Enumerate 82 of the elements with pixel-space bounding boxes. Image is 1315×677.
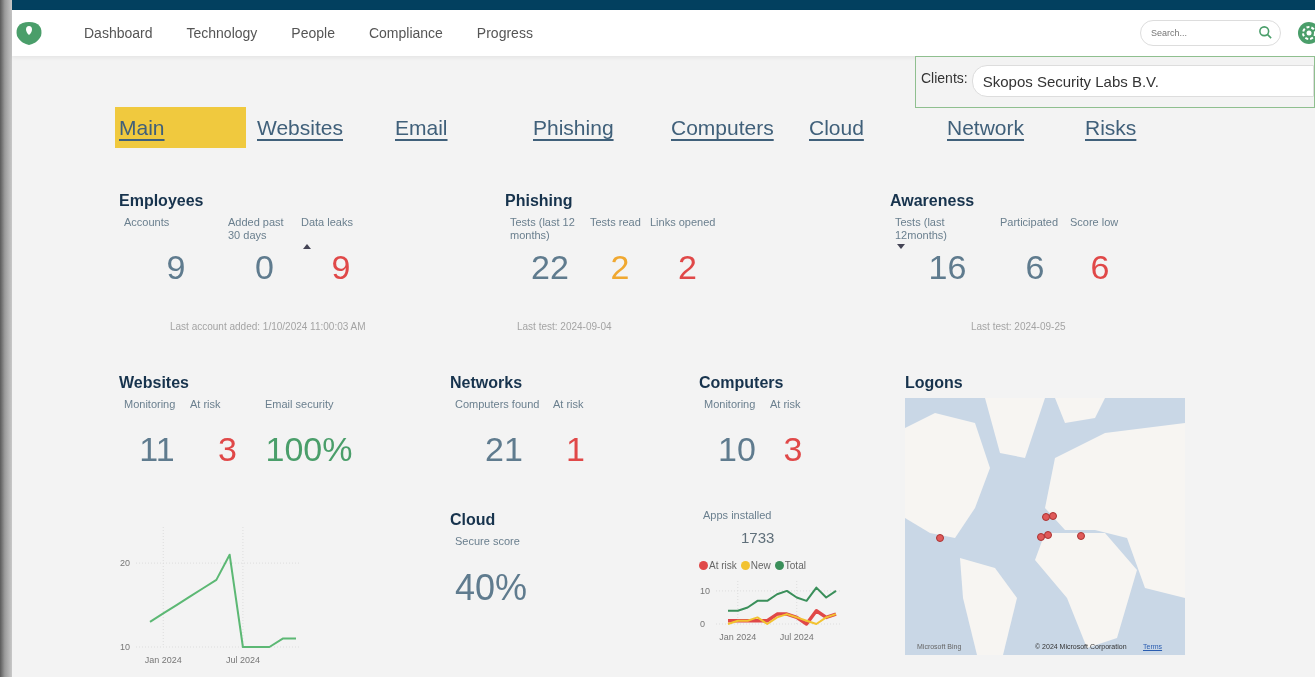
metric-value: 6 — [1090, 248, 1110, 288]
metric-value: 2 — [610, 248, 630, 288]
metric-label: Tests read — [590, 216, 641, 230]
axis-tick-label: 20 — [120, 558, 130, 569]
metric-value: 1 — [566, 430, 585, 470]
section-title: Websites — [119, 374, 190, 393]
metric-value: 21 — [485, 430, 523, 470]
metric-label: Secure score — [455, 535, 520, 550]
legend-label: New — [750, 560, 771, 572]
section-title: Networks — [450, 374, 524, 393]
metric-label: Data leaks — [301, 216, 353, 230]
metric-label: Monitoring — [124, 398, 176, 413]
legend-dot-icon — [699, 561, 708, 571]
tab[interactable]: Computers — [667, 107, 798, 148]
metric-value: 2 — [678, 248, 697, 288]
metric-label: Computers found — [455, 398, 540, 413]
tab[interactable]: Main — [115, 107, 246, 148]
axis-tick-label: Jan 2024 — [719, 632, 757, 643]
tab[interactable]: Network — [943, 107, 1074, 148]
legend-dot-icon — [740, 561, 750, 571]
section-title: Cloud — [450, 511, 497, 530]
clients-label: Clients: — [921, 70, 968, 86]
axis-tick-label: 10 — [700, 586, 710, 597]
axis-tick-label: Jan 2024 — [144, 655, 182, 666]
legend-label: Total — [784, 560, 806, 572]
axis-tick-label: Jul 2024 — [779, 632, 814, 643]
nav-link[interactable]: Compliance — [368, 25, 443, 41]
metric-label: At risk — [770, 398, 801, 413]
nav-link[interactable]: Dashboard — [84, 25, 153, 41]
last-updated-text: Last test: 2024-09-25 — [971, 321, 1066, 333]
last-updated-text: Last test: 2024-09-04 — [517, 321, 612, 333]
logo-icon[interactable] — [14, 20, 44, 46]
nav-link[interactable]: Progress — [476, 25, 533, 41]
client-dropdown[interactable]: Skopos Security Labs B.V. — [971, 65, 1314, 97]
section-title: Phishing — [505, 192, 574, 210]
nav-link[interactable]: Technology — [186, 25, 258, 41]
sort-ascending-icon[interactable] — [303, 244, 311, 249]
metric-value: 100% — [265, 430, 353, 470]
search-icon[interactable] — [1258, 25, 1273, 40]
section-title: Employees — [119, 192, 205, 210]
axis-tick-label: 0 — [700, 619, 705, 630]
metric-value: 0 — [255, 248, 274, 288]
metric-value: 6 — [1025, 248, 1045, 288]
metric-value: 40% — [455, 567, 528, 609]
metric-label: Added past 30 days — [228, 216, 285, 242]
metric-label: Tests (last 12months) — [895, 216, 948, 242]
metric-value: 22 — [531, 248, 569, 288]
metric-label: At risk — [190, 398, 221, 413]
section-title: Logons — [905, 374, 964, 393]
section-title: Computers — [699, 374, 785, 393]
legend-label: At risk — [709, 560, 737, 572]
apps-installed-label: Apps installed — [702, 509, 773, 522]
legend-dot-icon — [774, 561, 784, 571]
axis-tick-label: Jul 2024 — [225, 655, 260, 666]
metric-value: 16 — [928, 248, 967, 288]
metric-value: 3 — [218, 430, 237, 470]
metric-label: Accounts — [124, 216, 170, 230]
section-title: Awareness — [890, 192, 976, 210]
tab[interactable]: Email — [391, 107, 522, 148]
metric-value: 10 — [718, 430, 756, 470]
search-field[interactable]: Search... — [1140, 20, 1281, 46]
metric-label: Score low — [1070, 216, 1119, 230]
settings-icon[interactable] — [1297, 21, 1315, 45]
last-updated-text: Last account added: 1/10/2024 11:00:03 AM — [170, 321, 366, 333]
axis-tick-label: 10 — [120, 642, 130, 653]
metric-label: Links opened — [650, 216, 716, 230]
tab[interactable]: Risks — [1081, 107, 1212, 148]
nav-link[interactable]: People — [291, 25, 335, 41]
metric-label: Monitoring — [704, 398, 756, 413]
metric-label: Participated — [1000, 216, 1059, 230]
tab[interactable]: Phishing — [529, 107, 660, 148]
metric-value: 11 — [139, 430, 175, 470]
metric-value: 9 — [166, 248, 186, 288]
metric-label: Tests (last 12 months) — [510, 216, 576, 242]
tab[interactable]: Websites — [253, 107, 384, 148]
tab[interactable]: Cloud — [805, 107, 936, 148]
sort-descending-icon[interactable] — [897, 244, 905, 249]
metric-label: At risk — [553, 398, 584, 413]
metric-value: 3 — [783, 430, 803, 470]
apps-installed-value: 1733 — [741, 529, 776, 547]
metric-value: 9 — [331, 248, 351, 288]
metric-label: Email security — [265, 398, 334, 413]
